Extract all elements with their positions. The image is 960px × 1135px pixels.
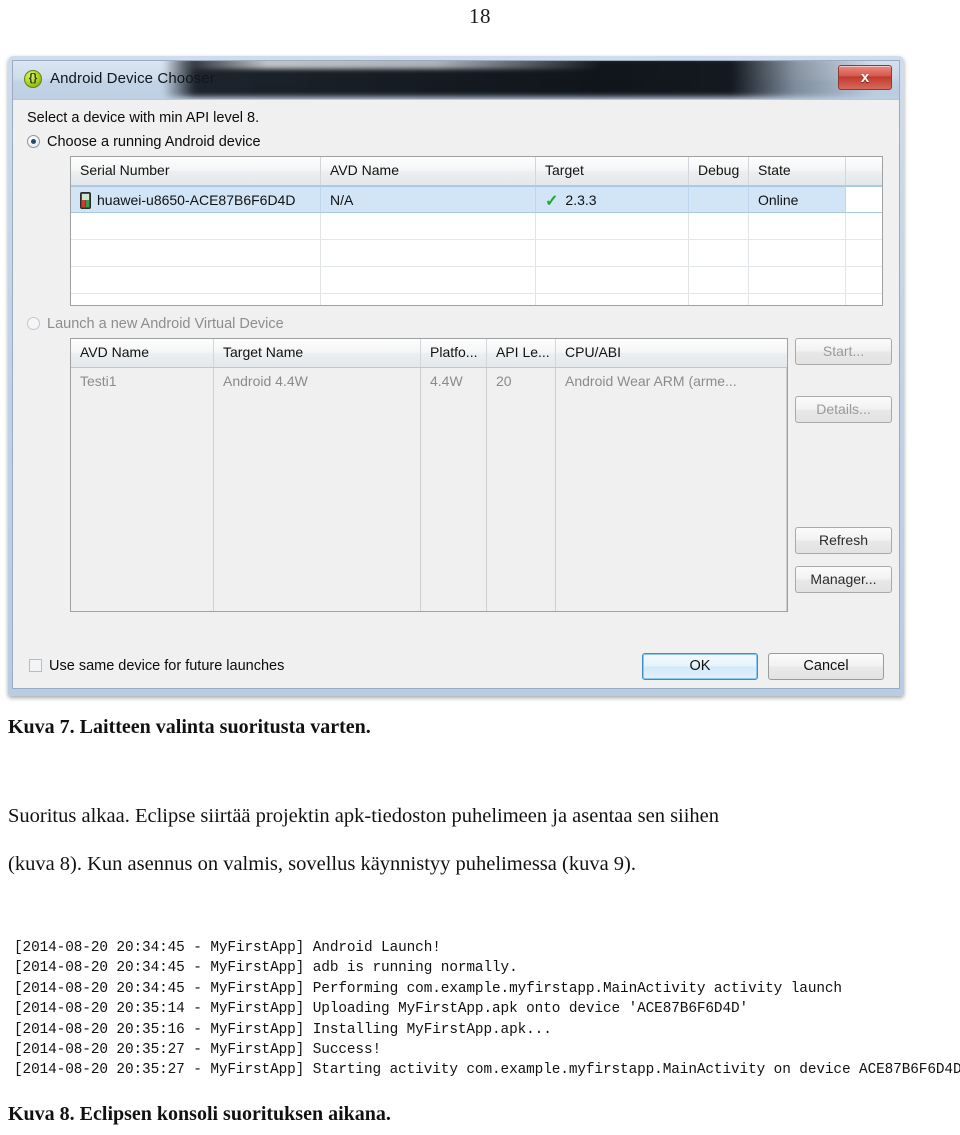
figure-8-caption: Kuva 8. Eclipsen konsoli suorituksen aik… bbox=[8, 1103, 391, 1125]
column-state[interactable]: State bbox=[749, 157, 846, 185]
table-row-empty[interactable] bbox=[71, 213, 882, 240]
cell-debug bbox=[689, 187, 749, 212]
console-line: [2014-08-20 20:35:27 - MyFirstApp] Start… bbox=[14, 1062, 960, 1079]
refresh-button[interactable]: Refresh bbox=[795, 527, 892, 554]
radio-choose-running-device[interactable]: Choose a running Android device bbox=[27, 134, 261, 150]
android-braces-icon bbox=[24, 70, 42, 88]
console-line: [2014-08-20 20:35:27 - MyFirstApp] Succe… bbox=[14, 1042, 382, 1059]
radio-launch-new-avd[interactable]: Launch a new Android Virtual Device bbox=[27, 316, 284, 332]
dialog-window-frame: Android Device Chooser x Select a device… bbox=[8, 56, 904, 696]
start-button[interactable]: Start... bbox=[795, 338, 892, 365]
avd-table-body: Testi1 Android 4.4W 4.4W 20 Android Wear… bbox=[71, 368, 787, 611]
dialog-titlebar: Android Device Chooser x bbox=[13, 61, 899, 99]
cell-target-name: Android 4.4W bbox=[214, 368, 421, 395]
cell-target-text: 2.3.3 bbox=[565, 192, 597, 208]
cell-avd-name: Testi1 bbox=[71, 368, 214, 395]
avd-table-filler bbox=[71, 395, 787, 611]
page-number: 18 bbox=[469, 4, 491, 28]
radio-choose-running-device-label: Choose a running Android device bbox=[47, 134, 261, 150]
table-row-empty[interactable] bbox=[71, 240, 882, 267]
column-cpu-abi[interactable]: CPU/ABI bbox=[556, 339, 787, 367]
table-row[interactable]: huawei-u8650-ACE87B6F6D4D N/A ✓ 2.3.3 Onl… bbox=[71, 186, 882, 213]
cell-platform: 4.4W bbox=[421, 368, 487, 395]
body-paragraph-line-2: (kuva 8). Kun asennus on valmis, sovellu… bbox=[8, 853, 637, 875]
min-api-hint: Select a device with min API level 8. bbox=[27, 110, 260, 126]
cell-target: ✓ 2.3.3 bbox=[536, 187, 689, 212]
figure-eclipse-console: [2014-08-20 20:34:45 - MyFirstApp] Andro… bbox=[14, 938, 960, 1081]
console-line: [2014-08-20 20:34:45 - MyFirstApp] Perfo… bbox=[14, 980, 842, 997]
body-paragraph-line-1: Suoritus alkaa. Eclipse siirtää projekti… bbox=[8, 805, 720, 827]
cell-cpu-abi: Android Wear ARM (arme... bbox=[556, 368, 787, 395]
console-line: [2014-08-20 20:35:16 - MyFirstApp] Insta… bbox=[14, 1021, 552, 1038]
details-button[interactable]: Details... bbox=[795, 396, 892, 423]
radio-button-icon bbox=[27, 135, 40, 148]
radio-button-icon bbox=[27, 317, 40, 330]
cell-serial-number: huawei-u8650-ACE87B6F6D4D bbox=[71, 187, 321, 212]
dialog-title: Android Device Chooser bbox=[50, 70, 215, 87]
close-icon-glyph: x bbox=[860, 69, 870, 86]
column-api-level[interactable]: API Le... bbox=[487, 339, 556, 367]
manager-button[interactable]: Manager... bbox=[795, 566, 892, 593]
figure-android-device-chooser: Android Device Chooser x Select a device… bbox=[8, 56, 904, 696]
running-devices-table-header: Serial Number AVD Name Target Debug Stat… bbox=[71, 157, 882, 186]
avd-table[interactable]: AVD Name Target Name Platfo... API Le...… bbox=[70, 338, 788, 612]
column-avd-name[interactable]: AVD Name bbox=[321, 157, 536, 185]
cell-avd-name: N/A bbox=[321, 187, 536, 212]
phone-icon bbox=[80, 192, 91, 209]
running-devices-table[interactable]: Serial Number AVD Name Target Debug Stat… bbox=[70, 156, 883, 306]
use-same-device-checkbox-label: Use same device for future launches bbox=[49, 658, 285, 674]
dialog-window: Android Device Chooser x Select a device… bbox=[12, 60, 900, 689]
avd-table-header: AVD Name Target Name Platfo... API Le...… bbox=[71, 339, 787, 368]
running-devices-table-body: huawei-u8650-ACE87B6F6D4D N/A ✓ 2.3.3 Onl… bbox=[71, 186, 882, 305]
column-target[interactable]: Target bbox=[536, 157, 689, 185]
console-line: [2014-08-20 20:34:45 - MyFirstApp] Andro… bbox=[14, 940, 441, 956]
table-row-empty[interactable] bbox=[71, 294, 882, 305]
cell-api-level: 20 bbox=[487, 368, 556, 395]
cell-state: Online bbox=[749, 187, 846, 212]
column-serial-number[interactable]: Serial Number bbox=[71, 157, 321, 185]
titlebar-redaction-highlight bbox=[183, 61, 603, 69]
radio-launch-new-avd-label: Launch a new Android Virtual Device bbox=[47, 316, 284, 332]
close-icon[interactable]: x bbox=[838, 65, 892, 90]
column-spacer bbox=[846, 157, 882, 185]
checkbox-icon bbox=[29, 659, 42, 672]
column-debug[interactable]: Debug bbox=[689, 157, 749, 185]
ok-button[interactable]: OK bbox=[642, 653, 758, 680]
figure-7-caption: Kuva 7. Laitteen valinta suoritusta vart… bbox=[8, 716, 371, 738]
table-row[interactable]: Testi1 Android 4.4W 4.4W 20 Android Wear… bbox=[71, 368, 787, 395]
column-target-name[interactable]: Target Name bbox=[214, 339, 421, 367]
green-check-icon: ✓ bbox=[545, 193, 559, 210]
console-line: [2014-08-20 20:35:14 - MyFirstApp] Uploa… bbox=[14, 1001, 749, 1018]
cell-serial-number-text: huawei-u8650-ACE87B6F6D4D bbox=[97, 192, 296, 208]
column-avd-name[interactable]: AVD Name bbox=[71, 339, 214, 367]
cell-spacer bbox=[846, 187, 882, 212]
column-platform[interactable]: Platfo... bbox=[421, 339, 487, 367]
console-line: [2014-08-20 20:34:45 - MyFirstApp] adb i… bbox=[14, 960, 518, 977]
cancel-button[interactable]: Cancel bbox=[768, 653, 884, 680]
use-same-device-checkbox[interactable]: Use same device for future launches bbox=[29, 658, 284, 674]
table-row-empty[interactable] bbox=[71, 267, 882, 294]
dialog-content: Select a device with min API level 8. Ch… bbox=[13, 99, 899, 688]
